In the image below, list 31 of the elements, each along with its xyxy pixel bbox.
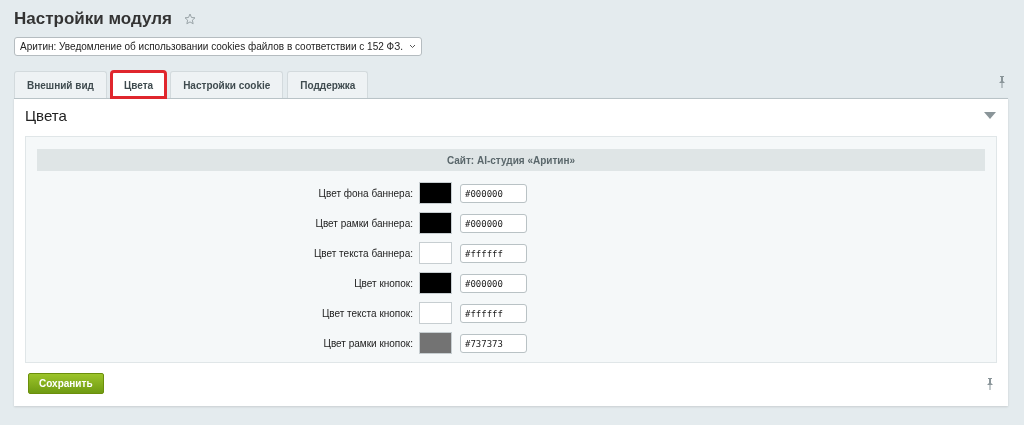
color-swatch[interactable] [419, 302, 452, 324]
field-label: Цвет фона баннера: [317, 187, 413, 199]
field-label: Цвет текста кнопок: [320, 307, 413, 319]
module-select[interactable]: Аритин: Уведомление об использовании cookies файлов в соответствии с 152 ФЗ. [14, 37, 422, 56]
tab[interactable]: Внешний вид [14, 71, 107, 98]
color-input[interactable]: #000000 [460, 274, 527, 294]
site-heading: Сайт: AI-студия «Аритин» [37, 149, 985, 171]
color-input[interactable]: #000000 [460, 214, 527, 234]
field-label: Цвет рамки баннера: [314, 217, 413, 229]
pin-icon[interactable] [986, 377, 994, 390]
collapse-icon[interactable] [984, 112, 996, 119]
color-input[interactable]: #737373 [460, 334, 527, 354]
page-title: Настройки модуля [14, 9, 172, 29]
section-title: Цвета [25, 107, 67, 124]
caret-icon [409, 44, 416, 49]
color-swatch[interactable] [419, 212, 452, 234]
pin-icon[interactable] [998, 76, 1006, 88]
color-input[interactable]: #000000 [460, 184, 527, 204]
field-label: Цвет рамки кнопок: [322, 337, 413, 349]
color-input[interactable]: #ffffff [460, 244, 527, 264]
tab[interactable]: Цвета [110, 71, 167, 98]
star-icon[interactable] [183, 13, 196, 25]
color-input[interactable]: #ffffff [460, 304, 527, 324]
tab[interactable]: Поддержка [287, 71, 369, 98]
color-swatch[interactable] [419, 332, 452, 354]
field-label: Цвет кнопок: [353, 277, 413, 289]
color-swatch[interactable] [419, 242, 452, 264]
color-swatch[interactable] [419, 182, 452, 204]
field-label: Цвет текста баннера: [312, 247, 413, 259]
tab[interactable]: Настройки cookie [170, 71, 284, 98]
color-swatch[interactable] [419, 272, 452, 294]
